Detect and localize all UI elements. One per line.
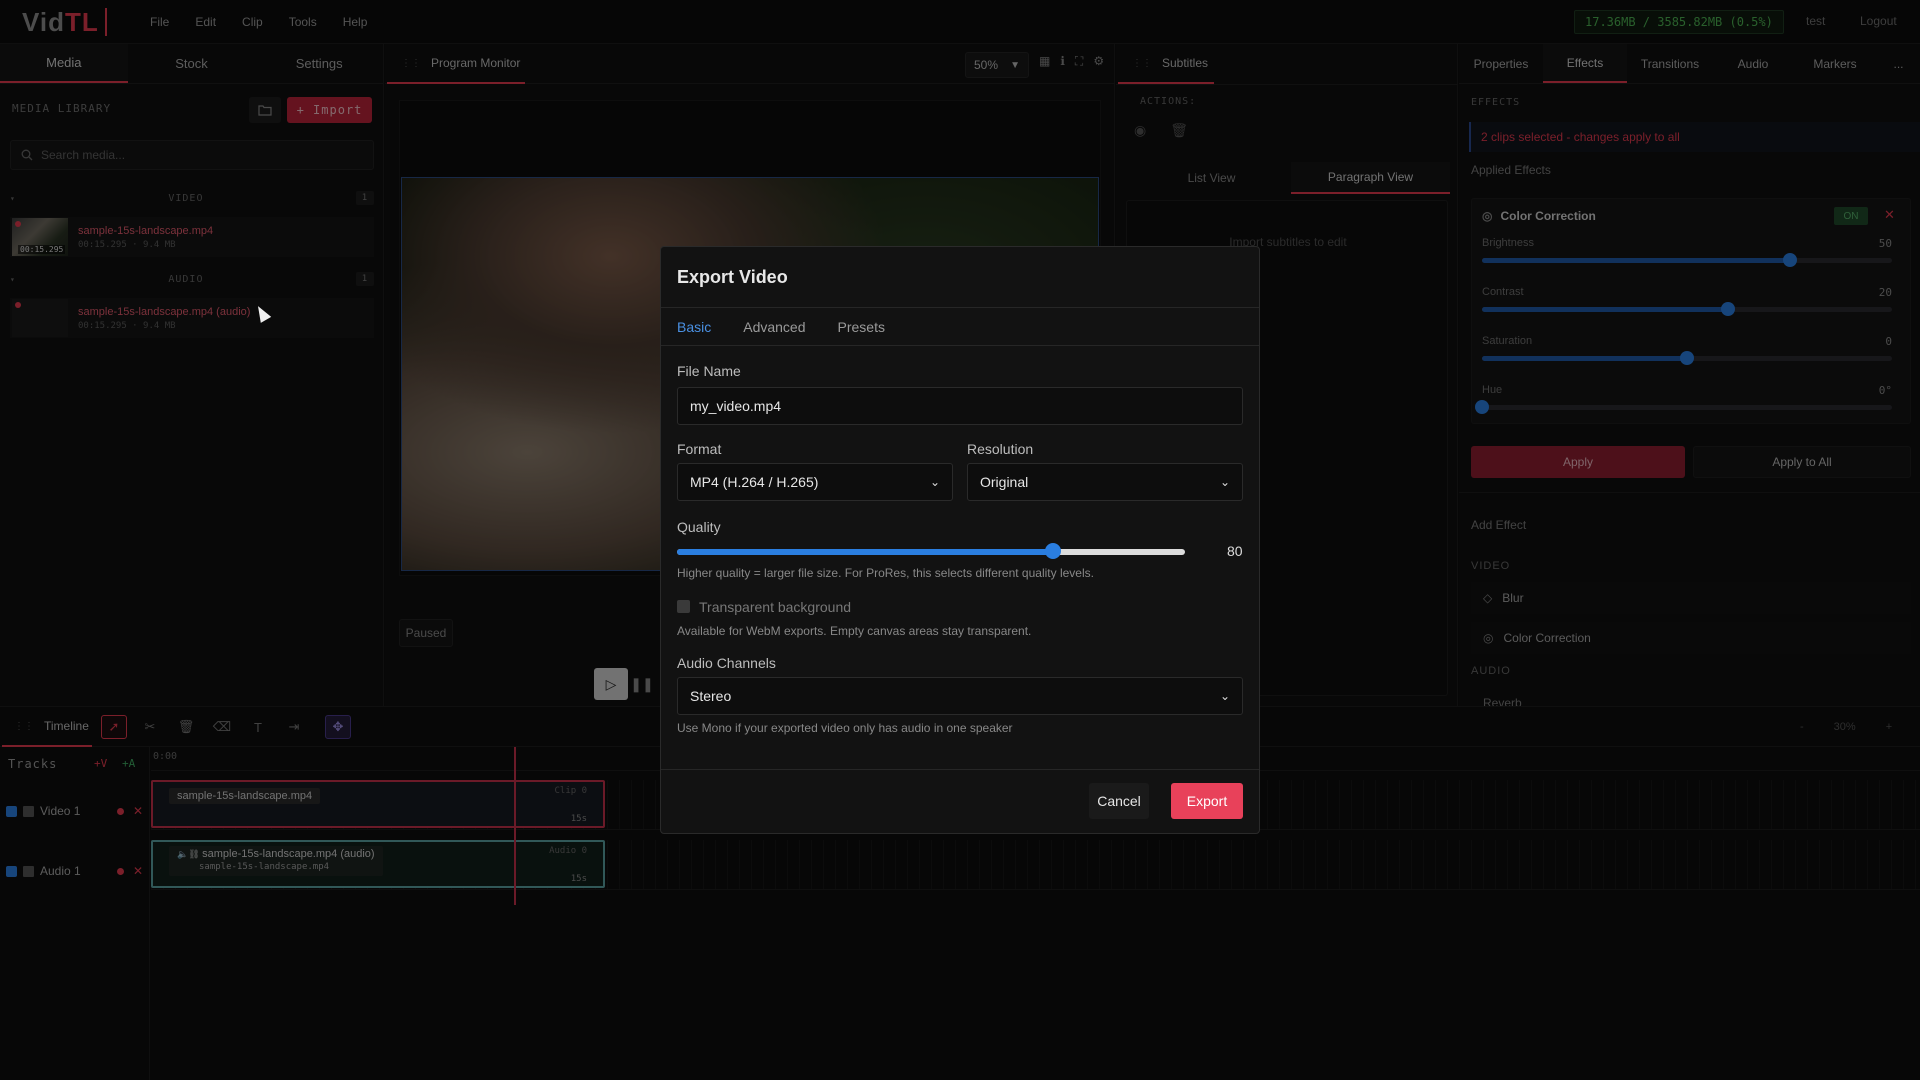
chevron-down-icon: ⌄ bbox=[1219, 689, 1230, 703]
file-name-label: File Name bbox=[677, 363, 741, 379]
audio-channels-hint: Use Mono if your exported video only has… bbox=[677, 721, 1013, 735]
format-select[interactable]: MP4 (H.264 / H.265) ⌄ bbox=[677, 463, 953, 501]
tab-advanced[interactable]: Advanced bbox=[743, 319, 805, 335]
cancel-button[interactable]: Cancel bbox=[1089, 783, 1149, 819]
export-dialog: Export Video Basic Advanced Presets File… bbox=[660, 246, 1260, 834]
chevron-down-icon: ⌄ bbox=[929, 475, 940, 489]
file-name-field[interactable]: my_video.mp4 bbox=[677, 387, 1243, 425]
resolution-value: Original bbox=[980, 474, 1029, 490]
transparent-label: Transparent background bbox=[699, 599, 852, 615]
chevron-down-icon: ⌄ bbox=[1219, 475, 1230, 489]
audio-channels-value: Stereo bbox=[690, 688, 732, 704]
audio-channels-select[interactable]: Stereo ⌄ bbox=[677, 677, 1243, 715]
resolution-select[interactable]: Original ⌄ bbox=[967, 463, 1243, 501]
divider bbox=[661, 769, 1259, 770]
export-button[interactable]: Export bbox=[1171, 783, 1243, 819]
divider bbox=[661, 307, 1259, 308]
quality-value: 80 bbox=[1227, 543, 1243, 559]
transparent-hint: Available for WebM exports. Empty canvas… bbox=[677, 624, 1032, 638]
export-tabs: Basic Advanced Presets bbox=[677, 319, 885, 335]
tab-presets[interactable]: Presets bbox=[838, 319, 885, 335]
format-value: MP4 (H.264 / H.265) bbox=[690, 474, 819, 490]
slider-handle[interactable] bbox=[1044, 543, 1061, 559]
slider-fill bbox=[677, 549, 1053, 555]
divider bbox=[661, 345, 1259, 346]
quality-slider[interactable] bbox=[677, 543, 1185, 559]
quality-hint: Higher quality = larger file size. For P… bbox=[677, 566, 1094, 580]
format-label: Format bbox=[677, 441, 722, 457]
audio-channels-label: Audio Channels bbox=[677, 655, 776, 671]
resolution-label: Resolution bbox=[967, 441, 1034, 457]
transparent-checkbox[interactable] bbox=[677, 600, 690, 613]
dialog-title: Export Video bbox=[677, 267, 788, 287]
quality-label: Quality bbox=[677, 519, 721, 535]
tab-basic[interactable]: Basic bbox=[677, 319, 711, 335]
